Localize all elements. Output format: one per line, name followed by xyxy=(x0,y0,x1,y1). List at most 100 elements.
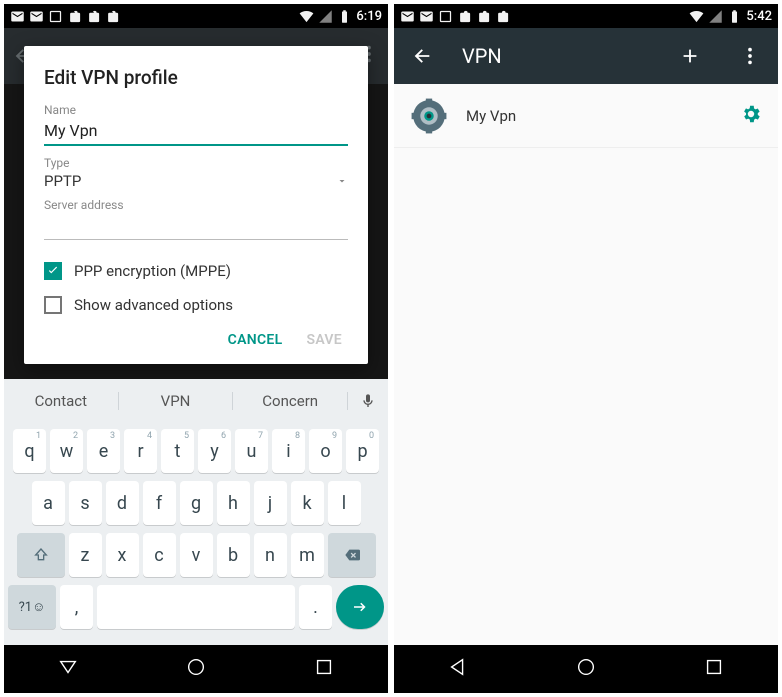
nav-recent[interactable] xyxy=(703,656,725,682)
checkbox-checked-icon xyxy=(44,262,62,280)
gmail-icon xyxy=(10,9,25,24)
suggestion[interactable]: Concern xyxy=(233,392,348,410)
status-time: 5:42 xyxy=(746,9,772,24)
vpn-item-label: My Vpn xyxy=(466,107,722,125)
server-input[interactable] xyxy=(44,212,348,240)
appbar-title: VPN xyxy=(462,44,650,68)
key-o[interactable]: o9 xyxy=(309,429,342,473)
name-input[interactable] xyxy=(44,117,348,146)
key-a[interactable]: a xyxy=(32,481,65,525)
advanced-label: Show advanced options xyxy=(74,296,233,314)
period-key[interactable]: . xyxy=(299,585,332,629)
symbols-key[interactable]: ?1☺ xyxy=(8,585,56,629)
signal-icon xyxy=(318,9,333,24)
key-b[interactable]: b xyxy=(217,533,250,577)
key-j[interactable]: j xyxy=(254,481,287,525)
advanced-checkbox-row[interactable]: Show advanced options xyxy=(44,288,348,322)
save-button[interactable]: SAVE xyxy=(306,332,342,348)
key-v[interactable]: v xyxy=(180,533,213,577)
backspace-icon xyxy=(344,547,360,563)
key-i[interactable]: i8 xyxy=(272,429,305,473)
overflow-button[interactable] xyxy=(730,36,770,76)
circle-icon xyxy=(185,656,207,678)
circle-icon xyxy=(575,656,597,678)
screenshot-icon xyxy=(48,9,63,24)
ppp-label: PPP encryption (MPPE) xyxy=(74,262,231,280)
key-y[interactable]: y6 xyxy=(198,429,231,473)
checkbox-unchecked-icon xyxy=(44,296,62,314)
key-t[interactable]: t5 xyxy=(161,429,194,473)
comma-key[interactable]: , xyxy=(60,585,93,629)
key-s[interactable]: s xyxy=(69,481,102,525)
keyboard: Contact VPN Concern q1w2e3r4t5y6u7i8o9p0… xyxy=(4,379,388,645)
phone-right: 5:42 VPN My Vpn xyxy=(394,4,778,693)
key-x[interactable]: x xyxy=(106,533,139,577)
key-u[interactable]: u7 xyxy=(235,429,268,473)
phone-left: 6:19 Edit VPN profile Name Type PPTP Ser… xyxy=(4,4,388,693)
edit-vpn-dialog: Edit VPN profile Name Type PPTP Server a… xyxy=(24,46,368,364)
key-n[interactable]: n xyxy=(254,533,287,577)
status-time: 6:19 xyxy=(356,9,382,24)
screenshot-icon xyxy=(438,9,453,24)
space-key[interactable] xyxy=(97,585,295,629)
key-e[interactable]: e3 xyxy=(87,429,120,473)
type-value: PPTP xyxy=(44,172,336,190)
key-z[interactable]: z xyxy=(69,533,102,577)
signal-icon xyxy=(708,9,723,24)
square-icon xyxy=(313,656,335,678)
key-g[interactable]: g xyxy=(180,481,213,525)
enter-key[interactable] xyxy=(336,585,384,629)
key-h[interactable]: h xyxy=(217,481,250,525)
store-icon xyxy=(495,9,510,24)
status-bar: 5:42 xyxy=(394,4,778,28)
nav-home[interactable] xyxy=(185,656,207,682)
back-arrow-icon xyxy=(411,45,433,67)
nav-back[interactable] xyxy=(57,656,79,682)
key-c[interactable]: c xyxy=(143,533,176,577)
nav-back[interactable] xyxy=(447,656,469,682)
triangle-icon xyxy=(447,656,469,678)
wifi-icon xyxy=(299,9,314,24)
vpn-list-item[interactable]: My Vpn xyxy=(394,84,778,148)
add-button[interactable] xyxy=(670,36,710,76)
square-icon xyxy=(703,656,725,678)
triangle-down-icon xyxy=(57,656,79,678)
store-icon xyxy=(457,9,472,24)
gmail-icon xyxy=(419,9,434,24)
back-button[interactable] xyxy=(402,36,442,76)
key-p[interactable]: p0 xyxy=(346,429,379,473)
nav-recent[interactable] xyxy=(313,656,335,682)
store-icon xyxy=(105,9,120,24)
vpn-settings-button[interactable] xyxy=(740,103,762,129)
cancel-button[interactable]: CANCEL xyxy=(228,332,283,348)
key-q[interactable]: q1 xyxy=(13,429,46,473)
type-label: Type xyxy=(44,156,348,170)
store-icon xyxy=(86,9,101,24)
ppp-checkbox-row[interactable]: PPP encryption (MPPE) xyxy=(44,254,348,288)
server-label: Server address xyxy=(44,198,348,212)
nav-bar xyxy=(394,645,778,693)
shift-icon xyxy=(33,547,49,563)
battery-icon xyxy=(337,9,352,24)
nav-home[interactable] xyxy=(575,656,597,682)
dialog-title: Edit VPN profile xyxy=(44,66,348,89)
store-icon xyxy=(67,9,82,24)
content-area: My Vpn xyxy=(394,84,778,645)
key-w[interactable]: w2 xyxy=(50,429,83,473)
gmail-icon xyxy=(29,9,44,24)
backspace-key[interactable] xyxy=(328,533,376,577)
overflow-icon xyxy=(739,45,761,67)
suggestion[interactable]: VPN xyxy=(119,392,234,410)
key-f[interactable]: f xyxy=(143,481,176,525)
key-d[interactable]: d xyxy=(106,481,139,525)
app-bar: VPN xyxy=(394,28,778,84)
key-r[interactable]: r4 xyxy=(124,429,157,473)
suggestion[interactable]: Contact xyxy=(4,392,119,410)
suggestion-bar: Contact VPN Concern xyxy=(4,379,388,423)
key-k[interactable]: k xyxy=(291,481,324,525)
shift-key[interactable] xyxy=(17,533,65,577)
mic-button[interactable] xyxy=(348,393,388,409)
key-l[interactable]: l xyxy=(328,481,361,525)
key-m[interactable]: m xyxy=(291,533,324,577)
type-dropdown[interactable]: PPTP xyxy=(44,170,348,192)
